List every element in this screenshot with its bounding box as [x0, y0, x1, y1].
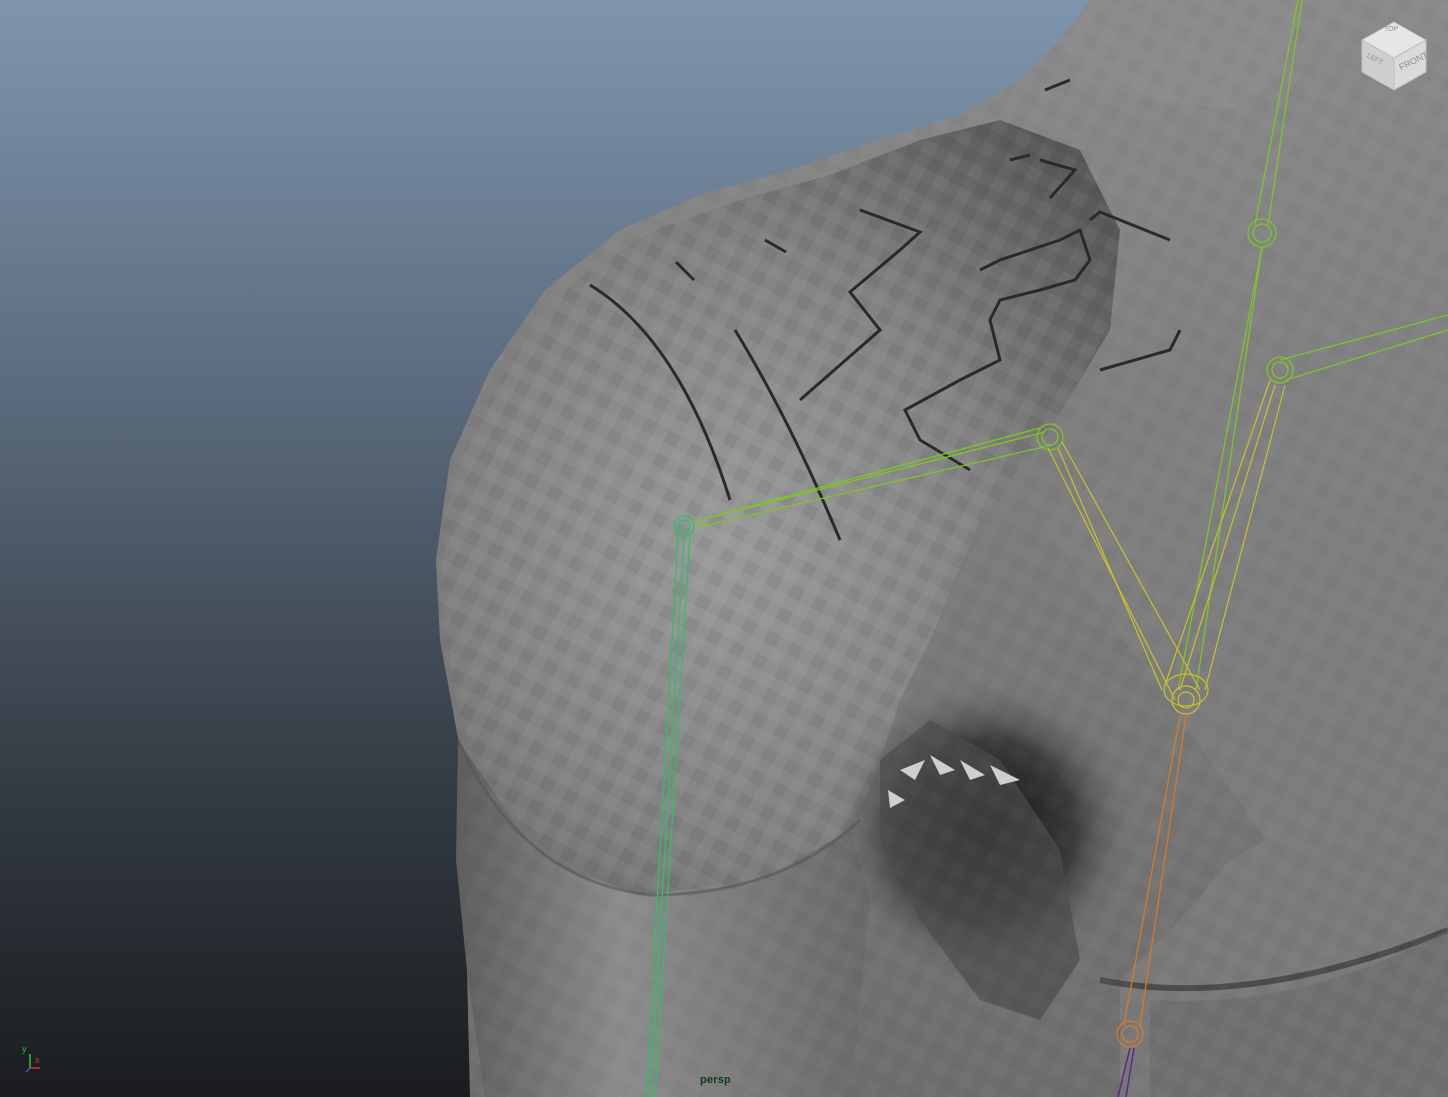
view-cube-icon[interactable]: TOP LEFT FRONT: [1358, 18, 1430, 92]
scene-render[interactable]: [0, 0, 1448, 1097]
axis-x-label: x: [35, 1055, 40, 1065]
viewport-3d[interactable]: TOP LEFT FRONT y x persp: [0, 0, 1448, 1097]
camera-name-label: persp: [700, 1074, 731, 1086]
view-cube-top-label[interactable]: TOP: [1384, 26, 1398, 33]
axis-y-label: y: [22, 1044, 27, 1054]
axis-gizmo-icon: y x: [18, 1042, 48, 1074]
mesh-body: [436, 0, 1448, 1097]
